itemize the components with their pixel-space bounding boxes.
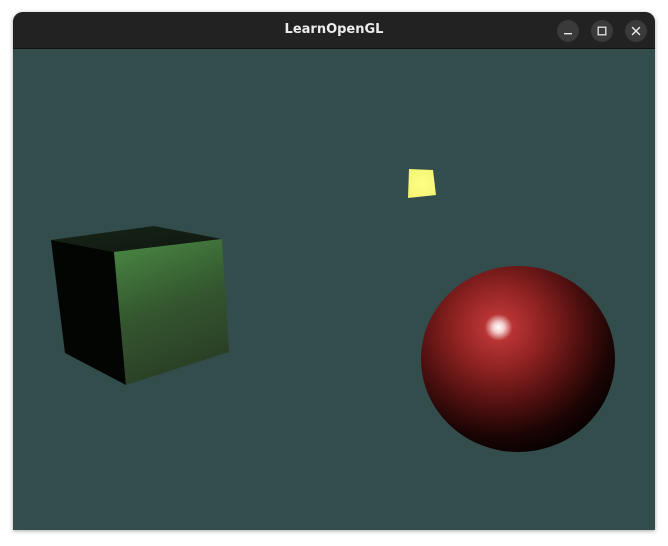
close-icon bbox=[631, 26, 641, 36]
light-source-cube bbox=[408, 169, 436, 198]
app-window: LearnOpenGL bbox=[13, 12, 655, 530]
green-cube bbox=[51, 226, 229, 385]
maximize-icon bbox=[597, 26, 607, 36]
opengl-viewport[interactable] bbox=[13, 49, 655, 530]
cube-front-face bbox=[114, 239, 229, 385]
cube-left-face bbox=[51, 240, 126, 385]
maximize-button[interactable] bbox=[591, 20, 613, 42]
minimize-icon bbox=[564, 33, 572, 35]
title-bar[interactable]: LearnOpenGL bbox=[13, 12, 655, 49]
minimize-button[interactable] bbox=[557, 20, 579, 42]
red-sphere bbox=[421, 266, 615, 452]
scene-canvas bbox=[51, 169, 615, 452]
close-button[interactable] bbox=[625, 20, 647, 42]
